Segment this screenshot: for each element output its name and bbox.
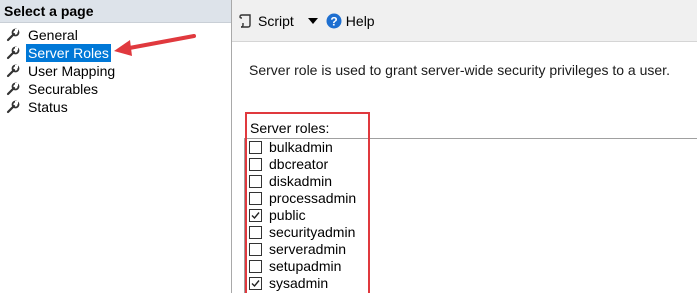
role-name: securityadmin: [269, 224, 356, 240]
checkbox[interactable]: [249, 243, 262, 256]
list-item[interactable]: securityadmin: [245, 224, 697, 241]
checkbox[interactable]: [249, 158, 262, 171]
annotation-arrow-icon: [114, 34, 196, 56]
wrench-icon: [6, 64, 20, 78]
wrench-icon: [6, 28, 20, 42]
list-item[interactable]: sysadmin: [245, 275, 697, 292]
script-button[interactable]: Script: [238, 13, 294, 29]
checkbox[interactable]: [249, 192, 262, 205]
help-button[interactable]: ? Help: [326, 13, 375, 29]
checkbox[interactable]: [249, 175, 262, 188]
role-name: bulkadmin: [269, 139, 333, 155]
list-item[interactable]: serveradmin: [245, 241, 697, 258]
role-name: serveradmin: [269, 241, 347, 257]
toolbar: Script ? Help: [232, 0, 697, 42]
sidebar-item-label: Server Roles: [26, 44, 111, 62]
role-name: dbcreator: [269, 156, 329, 172]
list-item[interactable]: public: [245, 207, 697, 224]
checkbox[interactable]: [249, 260, 262, 273]
server-roles-list: bulkadmin dbcreator diskadmin processadm…: [244, 138, 697, 293]
role-name: diskadmin: [269, 173, 333, 189]
checkbox[interactable]: [249, 226, 262, 239]
wrench-icon: [6, 82, 20, 96]
list-item[interactable]: bulkadmin: [245, 139, 697, 156]
help-label: Help: [345, 12, 375, 29]
sidebar-item-status[interactable]: Status: [0, 98, 231, 116]
list-item[interactable]: setupadmin: [245, 258, 697, 275]
list-item[interactable]: diskadmin: [245, 173, 697, 190]
wrench-icon: [6, 100, 20, 114]
sidebar-item-user-mapping[interactable]: User Mapping: [0, 62, 231, 80]
sidebar-item-securables[interactable]: Securables: [0, 80, 231, 98]
role-name: public: [269, 207, 306, 223]
select-page-header: Select a page: [0, 0, 231, 23]
role-name: processadmin: [269, 190, 357, 206]
list-item[interactable]: dbcreator: [245, 156, 697, 173]
checkbox[interactable]: [249, 141, 262, 154]
checkbox[interactable]: [249, 209, 262, 222]
sidebar-item-label: General: [28, 27, 78, 43]
checkmark-icon: [251, 280, 260, 288]
page-selector-pane: Select a page General Server Roles User …: [0, 0, 232, 293]
script-icon: [239, 13, 251, 28]
sidebar-item-label: User Mapping: [28, 63, 116, 79]
checkmark-icon: [251, 212, 260, 220]
wrench-icon: [6, 46, 20, 60]
sidebar-item-label: Status: [28, 99, 68, 115]
svg-text:?: ?: [330, 14, 337, 28]
script-dropdown-icon[interactable]: [307, 17, 318, 24]
help-icon: ?: [326, 13, 342, 28]
login-properties-window: Select a page General Server Roles User …: [0, 0, 697, 293]
sidebar-item-label: Securables: [28, 81, 99, 97]
page-description: Server role is used to grant server-wide…: [249, 62, 670, 78]
server-roles-label: Server roles:: [250, 120, 330, 136]
role-name: sysadmin: [269, 275, 329, 291]
server-roles-page: Script ? Help Server role is used to gra…: [232, 0, 697, 293]
checkbox[interactable]: [249, 277, 262, 290]
list-item[interactable]: processadmin: [245, 190, 697, 207]
script-label: Script: [258, 12, 294, 29]
role-name: setupadmin: [269, 258, 342, 274]
